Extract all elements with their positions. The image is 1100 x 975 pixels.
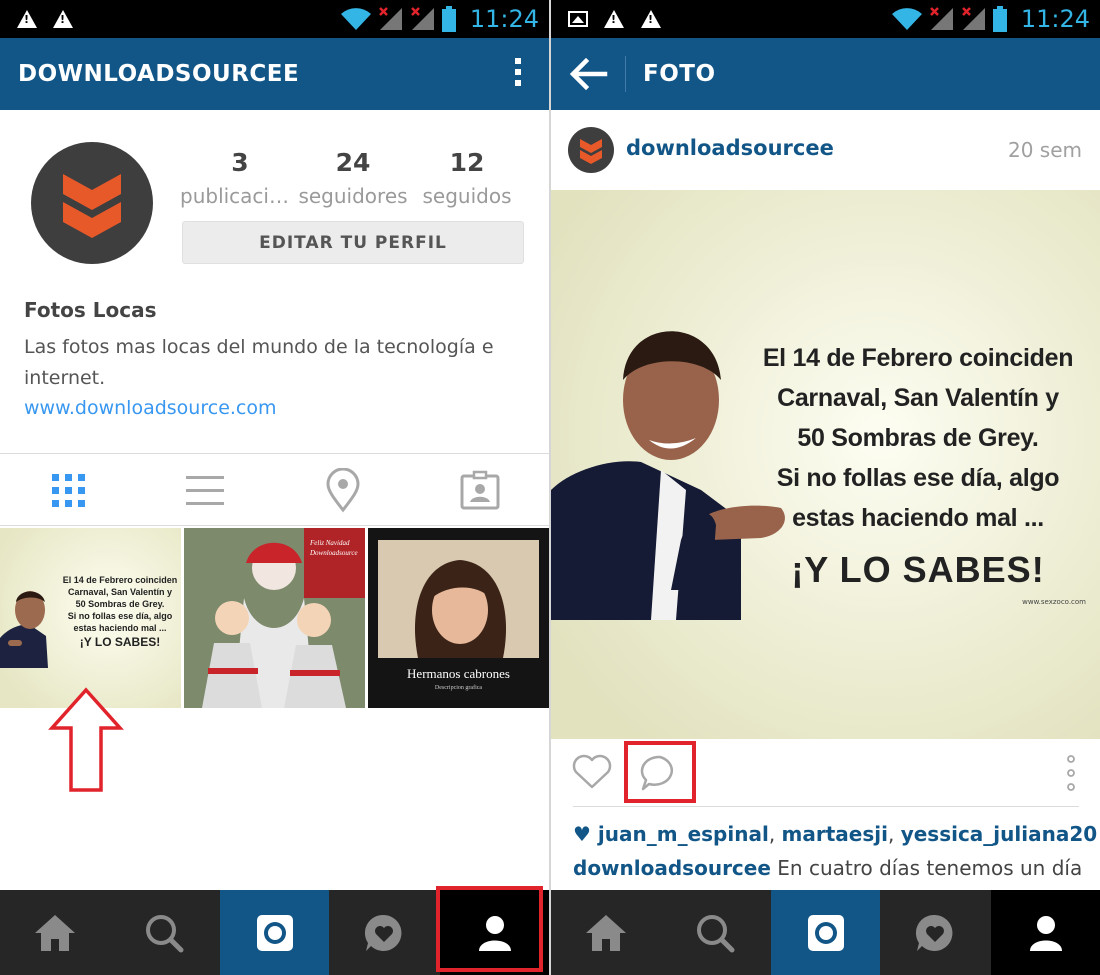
thumbnail-text: Feliz Navidad — [310, 539, 350, 547]
image-credit: www.sexzoco.com — [1022, 598, 1086, 606]
profile-name: Fotos Locas — [24, 298, 157, 322]
search-icon[interactable] — [109, 890, 218, 975]
thumbnail-text: Si no follas ese día, algo — [67, 611, 173, 621]
divider — [0, 525, 549, 526]
app-bar: FOTO — [551, 38, 1100, 110]
post-username-link[interactable]: downloadsourcee — [626, 136, 834, 160]
stat-followers[interactable]: 24 seguidores — [293, 148, 413, 208]
photo-thumbnail[interactable]: El 14 de Febrero coinciden Carnaval, San… — [0, 528, 181, 708]
thumbnail-text: Carnaval, San Valentín y — [67, 587, 173, 597]
post-timestamp: 20 sem — [1007, 138, 1082, 162]
thumbnail-text: 50 Sombras de Grey. — [75, 599, 165, 609]
signal-icon — [378, 6, 404, 32]
back-arrow-icon[interactable] — [569, 57, 609, 91]
list-icon[interactable] — [182, 468, 228, 514]
highlight-box — [624, 741, 696, 803]
wifi-icon — [891, 7, 923, 31]
liker-link[interactable]: yessica_juliana20 — [901, 822, 1097, 846]
avatar[interactable] — [568, 127, 614, 173]
divider — [573, 806, 1079, 807]
clock: 11:24 — [1020, 5, 1090, 33]
image-headline: ¡Y LO SABES! — [791, 549, 1045, 590]
home-icon[interactable] — [551, 890, 660, 975]
profile-screen: 11:24 DOWNLOADSOURCEE 3 publicacio… 24 s… — [0, 0, 549, 975]
post-image[interactable]: El 14 de Febrero coinciden Carnaval, San… — [551, 190, 1100, 739]
caption-username-link[interactable]: downloadsourcee — [573, 856, 771, 880]
stat-value: 12 — [449, 148, 485, 177]
signal-icon — [410, 6, 436, 32]
profile-bio: Las fotos mas locas del mundo de la tecn… — [24, 336, 494, 389]
grid-icon[interactable] — [46, 468, 92, 514]
bottom-navigation — [551, 890, 1100, 975]
signal-icon — [929, 6, 955, 32]
stat-following[interactable]: 12 seguidos — [407, 148, 527, 208]
divider — [625, 56, 626, 92]
image-text: estas haciendo mal ... — [792, 504, 1044, 532]
home-icon[interactable] — [0, 890, 109, 975]
activity-heart-icon[interactable] — [880, 890, 989, 975]
menu-icon[interactable] — [515, 58, 523, 90]
liker-link[interactable]: martaesji — [782, 822, 888, 846]
image-text: 50 Sombras de Grey. — [797, 424, 1039, 452]
avatar[interactable] — [31, 142, 153, 264]
stat-posts[interactable]: 3 publicacio… — [180, 148, 300, 208]
edit-profile-button[interactable]: EDITAR TU PERFIL — [182, 221, 524, 264]
warning-icon — [604, 10, 624, 28]
likes-row: ♥ juan_m_espinal, martaesji, yessica_jul… — [573, 822, 1097, 846]
profile-website-link[interactable]: www.downloadsource.com — [24, 397, 277, 419]
stat-value: 3 — [231, 148, 249, 177]
highlight-box — [436, 886, 543, 972]
thumbnail-text: estas haciendo mal ... — [73, 623, 167, 633]
tagged-icon[interactable] — [457, 468, 503, 514]
warning-icon — [53, 10, 73, 28]
page-title: FOTO — [643, 61, 716, 87]
liker-link[interactable]: juan_m_espinal — [598, 822, 769, 846]
warning-icon — [17, 10, 37, 28]
like-heart-icon: ♥ — [573, 822, 591, 846]
activity-heart-icon[interactable] — [329, 890, 438, 975]
profile-icon[interactable] — [991, 890, 1100, 975]
photo-thumbnail[interactable]: Hermanos cabrones Descripcion grafica — [368, 528, 549, 708]
divider — [0, 453, 549, 454]
liker-separator: , — [887, 822, 901, 846]
thumbnail-text: El 14 de Febrero coinciden — [62, 575, 178, 585]
annotation-arrow-icon — [48, 686, 124, 796]
battery-icon — [992, 6, 1007, 32]
liker-separator: , — [768, 822, 782, 846]
more-icon[interactable] — [1066, 754, 1076, 792]
photo-screen: 11:24 FOTO downloadsourcee 20 sem El — [551, 0, 1100, 975]
profile-username-title: DOWNLOADSOURCEE — [18, 61, 300, 87]
image-text: El 14 de Febrero coinciden — [762, 344, 1074, 372]
camera-icon[interactable] — [220, 890, 329, 975]
post-caption: downloadsourcee En cuatro días tenemos u… — [573, 856, 1082, 880]
caption-text: En cuatro días tenemos un día — [777, 856, 1083, 880]
image-text: Carnaval, San Valentín y — [777, 384, 1059, 412]
thumbnail-text: Hermanos cabrones — [407, 666, 510, 681]
thumbnail-text: Descripcion grafica — [434, 685, 483, 691]
photo-thumbnail[interactable]: Feliz Navidad Downloadsource — [184, 528, 365, 708]
thumbnail-headline: ¡Y LO SABES! — [79, 635, 161, 649]
location-icon[interactable] — [320, 467, 366, 514]
warning-icon — [641, 10, 661, 28]
thumbnail-text: Downloadsource — [310, 549, 358, 557]
image-notification-icon — [568, 11, 588, 27]
photo-grid: El 14 de Febrero coinciden Carnaval, San… — [0, 528, 549, 708]
clock: 11:24 — [469, 5, 539, 33]
image-text: Si no follas ese día, algo — [776, 464, 1060, 492]
search-icon[interactable] — [660, 890, 769, 975]
camera-icon[interactable] — [771, 890, 880, 975]
stat-label: publicacio… — [180, 184, 300, 208]
status-bar: 11:24 — [0, 0, 549, 38]
profile-view-tabs — [0, 456, 549, 526]
signal-icon — [961, 6, 987, 32]
wifi-icon — [340, 7, 372, 31]
stat-label: seguidos — [422, 184, 512, 208]
app-bar: DOWNLOADSOURCEE — [0, 38, 549, 110]
heart-icon[interactable] — [571, 754, 613, 794]
status-bar: 11:24 — [551, 0, 1100, 38]
stat-value: 24 — [335, 148, 371, 177]
battery-icon — [441, 6, 456, 32]
stat-label: seguidores — [298, 184, 408, 208]
